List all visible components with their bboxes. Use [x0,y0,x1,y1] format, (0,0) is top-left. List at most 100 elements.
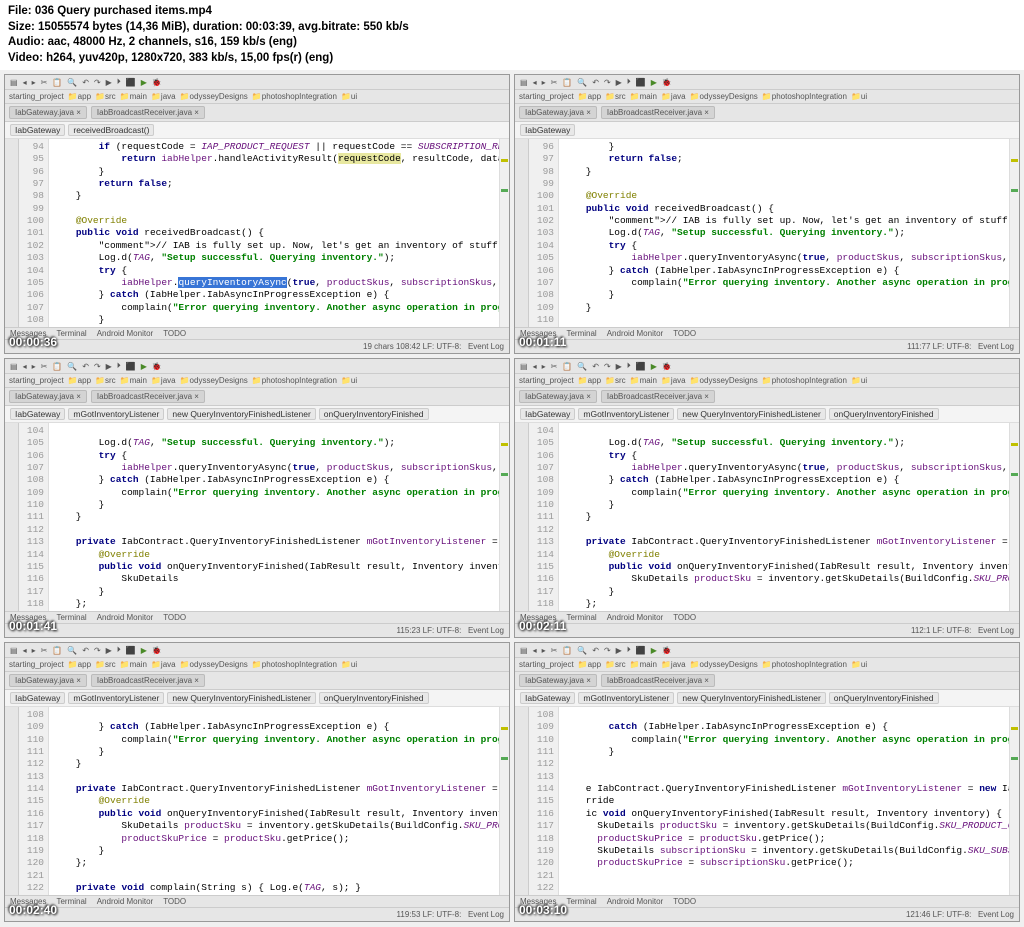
toolbar-button[interactable]: ↷ [93,78,102,87]
tool-window-tab[interactable]: TODO [163,613,186,622]
breadcrumb[interactable]: IabGatewaymGotInventoryListenernew Query… [5,690,509,707]
code-editor[interactable]: 108 109 110 111 112 113 114 115 116 117 … [5,707,509,895]
project-nav[interactable]: starting_project📁app 📁src 📁main 📁java 📁o… [515,658,1019,672]
breadcrumb-segment[interactable]: mGotInventoryListener [68,408,164,420]
breadcrumb-segment[interactable]: onQueryInventoryFinished [829,408,939,420]
side-tool-rail[interactable] [5,423,19,611]
run-icon[interactable]: ▶ [140,362,148,371]
code-editor[interactable]: 108 109 110 111 112 113 114 115 116 117 … [515,707,1019,895]
nav-item[interactable]: 📁app [68,376,91,385]
toolbar-button[interactable]: ✂ [550,78,559,87]
nav-item[interactable]: 📁src [605,660,626,669]
toolbar-button[interactable]: ▸ [31,646,37,655]
breadcrumb-segment[interactable]: IabGateway [10,408,65,420]
toolbar-button[interactable]: ↷ [603,646,612,655]
toolbar-button[interactable]: ◂ [532,362,538,371]
toolbar-button[interactable]: ✂ [40,646,49,655]
code-editor[interactable]: 104 105 106 107 108 109 110 111 112 113 … [5,423,509,611]
run-icon[interactable]: ▶ [140,646,148,655]
tool-window-tab[interactable]: Android Monitor [97,329,153,338]
nav-item[interactable]: 📁main [630,660,657,669]
debug-icon[interactable]: 🐞 [661,362,673,371]
toolbar-button[interactable]: ⬛ [635,78,647,87]
editor-tab[interactable]: IabGateway.java × [9,674,87,687]
toolbar-button[interactable]: ◂ [532,78,538,87]
tool-window-tab[interactable]: Terminal [566,329,596,338]
toolbar-button[interactable]: ⬛ [635,646,647,655]
project-nav[interactable]: starting_project📁app 📁src 📁main 📁java 📁o… [515,90,1019,104]
project-nav[interactable]: starting_project📁app 📁src 📁main 📁java 📁o… [5,374,509,388]
breadcrumb-segment[interactable]: onQueryInventoryFinished [319,408,429,420]
toolbar-button[interactable]: 🔍 [576,362,588,371]
toolbar-button[interactable]: ◂ [532,646,538,655]
nav-item[interactable]: 📁ui [851,92,867,101]
toolbar-button[interactable]: ◂ [22,78,28,87]
nav-item[interactable]: 📁photoshopIntegration [762,376,847,385]
editor-tab[interactable]: IabGateway.java × [9,390,87,403]
nav-item[interactable]: 📁src [605,92,626,101]
tool-window-bar[interactable]: MessagesTerminalAndroid MonitorTODO [515,895,1019,907]
run-icon[interactable]: ▶ [140,78,148,87]
toolbar-button[interactable]: ⏵ [116,645,122,655]
code-editor[interactable]: 94 95 96 97 98 99 100 101 102 103 104 10… [5,139,509,327]
toolbar-button[interactable]: ▤ [519,78,529,87]
toolbar-button[interactable]: ↶ [591,78,600,87]
nav-item[interactable]: 📁java [151,376,176,385]
toolbar-button[interactable]: ⬛ [125,78,137,87]
nav-item[interactable]: 📁app [68,660,91,669]
tool-window-bar[interactable]: MessagesTerminalAndroid MonitorTODO [515,327,1019,339]
toolbar-button[interactable]: ▤ [9,78,19,87]
nav-item[interactable]: starting_project [519,660,574,669]
nav-item[interactable]: 📁odysseyDesigns [690,660,758,669]
tool-window-bar[interactable]: MessagesTerminalAndroid MonitorTODO [5,611,509,623]
toolbar-button[interactable]: ▤ [9,362,19,371]
breadcrumb-segment[interactable]: new QueryInventoryFinishedListener [677,692,825,704]
toolbar-button[interactable]: ◂ [22,362,28,371]
tool-window-tab[interactable]: Terminal [566,613,596,622]
toolbar-button[interactable]: ⏵ [626,361,632,371]
toolbar-button[interactable]: ✂ [40,362,49,371]
toolbar-button[interactable]: ▤ [9,646,19,655]
tool-window-tab[interactable]: Android Monitor [607,613,663,622]
breadcrumb[interactable]: IabGatewayreceivedBroadcast() [5,122,509,139]
toolbar-button[interactable]: ↶ [591,362,600,371]
side-tool-rail[interactable] [5,139,19,327]
tool-window-tab[interactable]: Android Monitor [607,897,663,906]
nav-item[interactable]: 📁photoshopIntegration [252,376,337,385]
nav-item[interactable]: 📁main [120,376,147,385]
side-tool-rail[interactable] [515,707,529,895]
tool-window-tab[interactable]: TODO [673,329,696,338]
ide-toolbar[interactable]: ▤◂▸✂📋🔍↶↷▶⏵⬛▶🐞 [515,643,1019,658]
breadcrumb-segment[interactable]: new QueryInventoryFinishedListener [167,408,315,420]
toolbar-button[interactable]: ◂ [22,646,28,655]
toolbar-button[interactable]: 📋 [51,362,63,371]
tool-window-tab[interactable]: Terminal [56,613,86,622]
nav-item[interactable]: starting_project [9,92,64,101]
toolbar-button[interactable]: 📋 [561,362,573,371]
toolbar-button[interactable]: 🔍 [66,362,78,371]
editor-tab[interactable]: IabBroadcastReceiver.java × [601,674,715,687]
nav-item[interactable]: 📁odysseyDesigns [180,92,248,101]
nav-item[interactable]: 📁main [120,92,147,101]
nav-item[interactable]: 📁ui [341,92,357,101]
tool-window-tab[interactable]: TODO [163,897,186,906]
editor-tabs[interactable]: IabGateway.java ×IabBroadcastReceiver.ja… [515,104,1019,122]
run-icon[interactable]: ▶ [650,78,658,87]
debug-icon[interactable]: 🐞 [151,362,163,371]
toolbar-button[interactable]: ▤ [519,362,529,371]
code-content[interactable]: if (requestCode = IAP_PRODUCT_REQUEST ||… [49,139,499,327]
ide-toolbar[interactable]: ▤◂▸✂📋🔍↶↷▶⏵⬛▶🐞 [515,359,1019,374]
toolbar-button[interactable]: ▶ [615,78,623,87]
nav-item[interactable]: 📁ui [851,660,867,669]
toolbar-button[interactable]: ✂ [550,362,559,371]
tool-window-bar[interactable]: MessagesTerminalAndroid MonitorTODO [515,611,1019,623]
nav-item[interactable]: 📁main [120,660,147,669]
editor-tab[interactable]: IabBroadcastReceiver.java × [91,674,205,687]
nav-item[interactable]: 📁odysseyDesigns [690,376,758,385]
toolbar-button[interactable]: ▸ [541,78,547,87]
error-stripe[interactable] [499,707,509,895]
project-nav[interactable]: starting_project📁app 📁src 📁main 📁java 📁o… [515,374,1019,388]
nav-item[interactable]: 📁odysseyDesigns [180,376,248,385]
side-tool-rail[interactable] [515,423,529,611]
tool-window-tab[interactable]: Terminal [56,329,86,338]
